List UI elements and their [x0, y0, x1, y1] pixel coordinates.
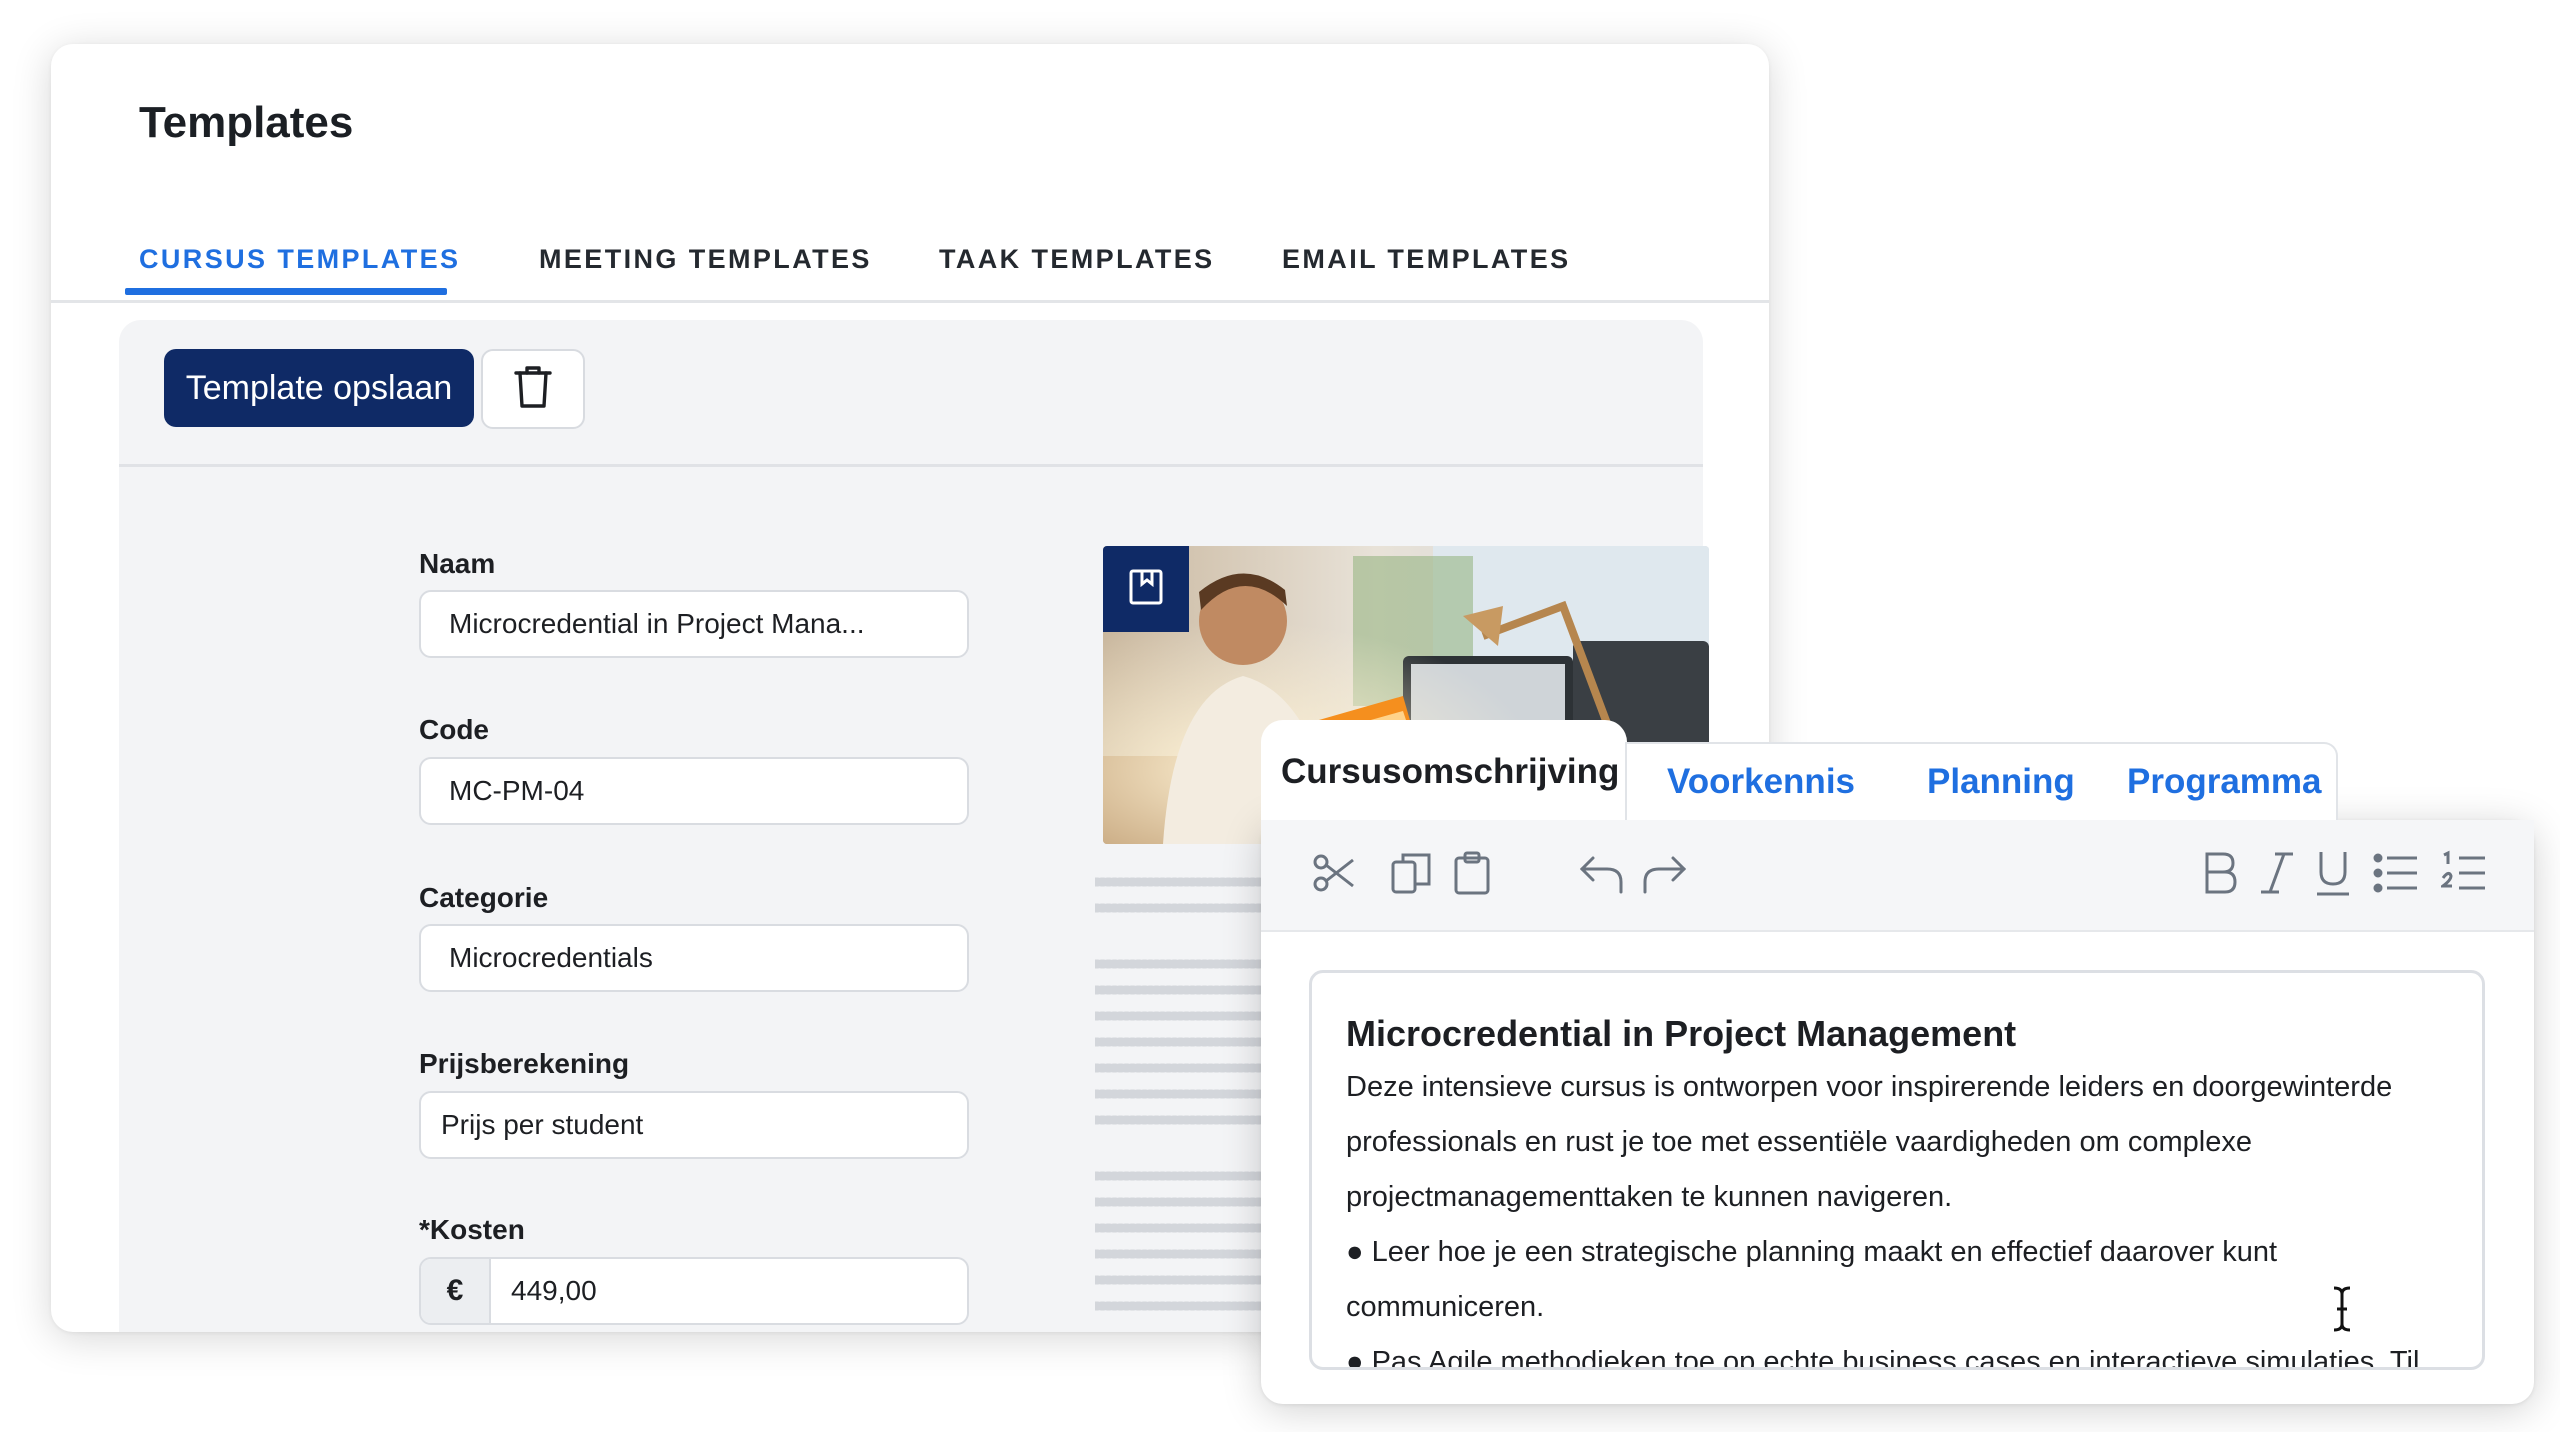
editor-tab-active-box: Cursusomschrijving — [1261, 720, 1627, 824]
editor-tab-voorkennis[interactable]: Voorkennis — [1667, 762, 1855, 802]
doc-line: projectmanagementtaken te kunnen naviger… — [1346, 1181, 1953, 1213]
delete-button[interactable] — [481, 349, 585, 429]
numbered-list-icon[interactable] — [2438, 850, 2487, 901]
doc-line: ● Pas Agile methodieken toe op echte bus… — [1346, 1346, 2420, 1370]
scissors-icon[interactable] — [1311, 850, 1357, 901]
categorie-select[interactable]: Microcredentials — [419, 924, 969, 992]
doc-line: ● Leer hoe je een strategische planning … — [1346, 1236, 2278, 1268]
text-cursor-icon — [2333, 1286, 2351, 1332]
bookmark-icon — [1128, 568, 1164, 611]
tab-taak-templates[interactable]: TAAK TEMPLATES — [939, 244, 1215, 275]
template-tabs: CURSUS TEMPLATES MEETING TEMPLATES TAAK … — [51, 192, 1769, 303]
italic-icon[interactable] — [2257, 850, 2297, 901]
bullet-list-icon[interactable] — [2373, 850, 2419, 901]
tab-email-templates[interactable]: EMAIL TEMPLATES — [1282, 244, 1571, 275]
naam-input[interactable]: Microcredential in Project Mana... — [419, 590, 969, 658]
kosten-label: *Kosten — [419, 1214, 525, 1245]
naam-label: Naam — [419, 548, 496, 579]
categorie-label: Categorie — [419, 882, 549, 913]
bookmark-badge[interactable] — [1103, 546, 1189, 632]
currency-prefix: € — [421, 1259, 491, 1323]
editor-tab-programma[interactable]: Programma — [2127, 762, 2322, 802]
active-tab-indicator — [125, 288, 447, 295]
kosten-value[interactable]: 449,00 — [491, 1275, 597, 1307]
editor-tab-planning[interactable]: Planning — [1927, 762, 2075, 802]
trash-icon — [513, 364, 553, 415]
code-label: Code — [419, 714, 489, 745]
paste-icon[interactable] — [1451, 850, 1493, 901]
code-input[interactable]: MC-PM-04 — [419, 757, 969, 825]
doc-line: professionals en rust je toe met essenti… — [1346, 1126, 2252, 1158]
tab-meeting-templates[interactable]: MEETING TEMPLATES — [539, 244, 872, 275]
form-toolbar: Template opslaan — [119, 320, 1703, 467]
page-title: Templates — [139, 98, 354, 147]
doc-line: Deze intensieve cursus is ontworpen voor… — [1346, 1071, 2393, 1103]
bold-icon[interactable] — [2199, 850, 2239, 901]
editor-tab-cursusomschrijving[interactable]: Cursusomschrijving — [1281, 752, 1619, 792]
save-template-button[interactable]: Template opslaan — [164, 349, 474, 427]
kosten-input[interactable]: € 449,00 — [419, 1257, 969, 1325]
redo-icon[interactable] — [1641, 850, 1689, 901]
doc-title: Microcredential in Project Management — [1346, 1013, 2017, 1054]
underline-icon[interactable] — [2313, 850, 2353, 903]
tab-cursus-templates[interactable]: CURSUS TEMPLATES — [139, 244, 460, 275]
undo-icon[interactable] — [1577, 850, 1625, 901]
copy-icon[interactable] — [1389, 850, 1435, 901]
editor-tab-strip: Voorkennis Planning Programma — [1625, 742, 2338, 822]
doc-line: communiceren. — [1346, 1291, 1545, 1323]
rich-text-area[interactable]: Microcredential in Project Management De… — [1309, 970, 2485, 1370]
editor-toolbar — [1261, 820, 2534, 932]
prijsberekening-label: Prijsberekening — [419, 1048, 630, 1079]
prijsberekening-select[interactable]: Prijs per student — [419, 1091, 969, 1159]
